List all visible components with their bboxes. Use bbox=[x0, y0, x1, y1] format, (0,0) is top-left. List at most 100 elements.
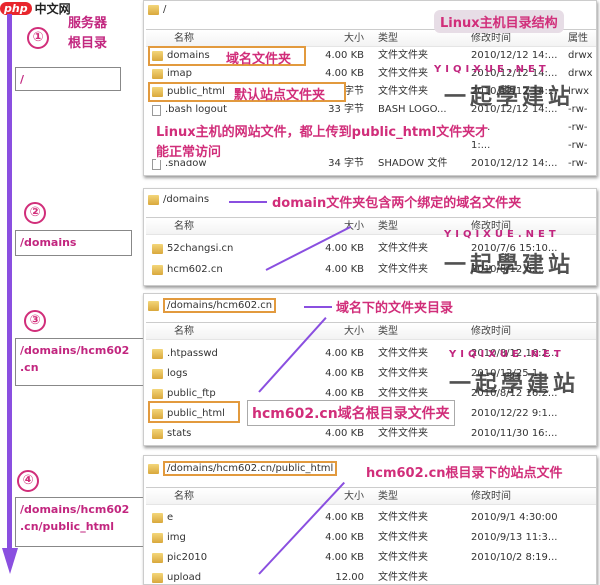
file-size: 4.00 KB bbox=[325, 368, 364, 379]
file-size: 4.00 KB bbox=[325, 348, 364, 359]
folder-icon bbox=[152, 389, 163, 399]
logo-site: 中文网 bbox=[34, 2, 71, 16]
path-text: /domains bbox=[163, 194, 210, 205]
file-type: 文件文件夹 bbox=[378, 368, 428, 379]
file-size: 4.00 KB bbox=[325, 264, 364, 275]
column-header-modified[interactable]: 修改时间 bbox=[471, 488, 511, 506]
watermark-cjk: 一起學建站 bbox=[449, 372, 580, 397]
folder-icon bbox=[152, 244, 163, 254]
file-size: 4.00 KB bbox=[325, 68, 364, 79]
file-row[interactable]: stats 4.00 KB 文件文件夹 2010/11/30 16:... bbox=[146, 425, 596, 443]
folder-icon bbox=[152, 349, 163, 359]
file-size: 4.00 KB bbox=[325, 512, 364, 523]
folder-icon bbox=[152, 513, 163, 523]
step-1-path: / bbox=[15, 67, 121, 91]
column-header-size[interactable]: 大小 bbox=[344, 488, 364, 506]
file-name-cell: hcm602.cn bbox=[152, 261, 223, 279]
file-size: 34 字节 bbox=[328, 158, 364, 169]
file-name: 52changsi.cn bbox=[167, 243, 234, 254]
path-text: /domains/hcm602.cn bbox=[163, 298, 277, 313]
file-name-cell: e bbox=[152, 509, 173, 527]
step-1-title-line2: 根目录 bbox=[68, 36, 108, 51]
file-type: SHADOW 文件 bbox=[378, 158, 448, 169]
file-size: 33 字节 bbox=[328, 104, 364, 115]
column-header: 名称 大小 类型 修改时间 bbox=[146, 322, 596, 340]
watermark-cjk: 一起學建站 bbox=[444, 85, 575, 110]
step-2-number: ② bbox=[24, 202, 46, 224]
step-3-path: /domains/hcm602 .cn bbox=[15, 338, 145, 386]
folder-icon bbox=[152, 429, 163, 439]
file-attr: -rw- bbox=[568, 122, 588, 133]
file-row[interactable]: upload 12.00 文件文件夹 bbox=[146, 569, 596, 584]
annotation: 域名下的文件夹目录 bbox=[336, 301, 454, 316]
flow-arrow-line bbox=[7, 14, 12, 554]
step-1-title-line1: 服务器 bbox=[68, 16, 108, 31]
step-3-number: ③ bbox=[24, 310, 46, 332]
panel-domains: /domains domain文件夹包含两个绑定的域名文件夹 名称 大小 类型 修改时… bbox=[143, 188, 597, 286]
folder-icon bbox=[152, 533, 163, 543]
column-header-type[interactable]: 类型 bbox=[378, 323, 398, 341]
path-bar[interactable]: /domains/hcm602.cn/public_html bbox=[148, 461, 338, 476]
file-type: 文件文件夹 bbox=[378, 572, 428, 583]
logo-brand: php bbox=[0, 2, 32, 15]
path-text: /domains/hcm602.cn/public_html bbox=[163, 461, 338, 476]
column-header-name[interactable]: 名称 bbox=[174, 323, 194, 341]
annotation: 域名文件夹 bbox=[226, 52, 292, 67]
column-header-type[interactable]: 类型 bbox=[378, 30, 398, 48]
folder-icon bbox=[152, 369, 163, 379]
file-name: logs bbox=[167, 368, 188, 379]
path-text: / bbox=[163, 4, 167, 15]
watermark-latin: YIQIXUE.NET bbox=[434, 64, 550, 75]
path-bar[interactable]: / bbox=[148, 4, 166, 15]
annotation: Linux主机的网站文件，都上传到public_html文件夹才 bbox=[156, 121, 489, 140]
column-header-name[interactable]: 名称 bbox=[174, 218, 194, 236]
file-name-cell: .bash logout bbox=[152, 101, 227, 119]
file-name: hcm602.cn bbox=[167, 264, 223, 275]
folder-icon bbox=[152, 573, 163, 583]
file-row[interactable]: img 4.00 KB 文件文件夹 2010/9/13 11:3... bbox=[146, 529, 596, 547]
file-attr: -rw- bbox=[568, 158, 588, 169]
file-size: 4.00 KB bbox=[325, 552, 364, 563]
column-header-size[interactable]: 大小 bbox=[344, 30, 364, 48]
column-header-attr[interactable]: 属性 bbox=[568, 30, 588, 48]
highlight-box bbox=[148, 401, 240, 423]
step-1-number: ① bbox=[27, 27, 49, 49]
file-row[interactable]: e 4.00 KB 文件文件夹 2010/9/1 4:30:00 bbox=[146, 509, 596, 527]
watermark-latin: YIQIXUE.NET bbox=[449, 349, 565, 360]
file-size: 字节 bbox=[344, 86, 364, 97]
file-attr: -rw- bbox=[568, 140, 588, 151]
annotation: hcm602.cn域名根目录文件夹 bbox=[247, 400, 455, 426]
path-bar[interactable]: /domains bbox=[148, 194, 209, 205]
folder-icon bbox=[148, 194, 159, 205]
column-header-modified[interactable]: 修改时间 bbox=[471, 323, 511, 341]
file-name: img bbox=[167, 532, 186, 543]
watermark-latin: YIQIXUE.NET bbox=[444, 229, 560, 240]
step-4-number: ④ bbox=[17, 470, 39, 492]
file-modified: 2010/12/12 14:... bbox=[471, 50, 558, 61]
annotation: domain文件夹包含两个绑定的域名文件夹 bbox=[272, 196, 522, 211]
column-header-type[interactable]: 类型 bbox=[378, 488, 398, 506]
panel-public-html: /domains/hcm602.cn/public_html hcm602.cn… bbox=[143, 455, 597, 585]
file-name-cell: imap bbox=[152, 65, 192, 83]
annotation: 能正常访问 bbox=[156, 141, 222, 160]
file-row[interactable]: pic2010 4.00 KB 文件文件夹 2010/10/2 8:19... bbox=[146, 549, 596, 567]
file-name: .htpasswd bbox=[167, 348, 218, 359]
file-modified: 2010/12/12 14:... bbox=[471, 158, 558, 169]
file-name: imap bbox=[167, 68, 192, 79]
step-2-path: /domains bbox=[15, 230, 132, 256]
column-header-name[interactable]: 名称 bbox=[174, 488, 194, 506]
file-size: 12.00 bbox=[335, 572, 364, 583]
path-bar[interactable]: /domains/hcm602.cn bbox=[148, 298, 277, 313]
annotation: hcm602.cn根目录下的站点文件 bbox=[366, 466, 563, 481]
file-modified: 2010/12/22 9:1... bbox=[471, 408, 558, 419]
file-modified: 2010/11/30 16:... bbox=[471, 428, 558, 439]
file-modified: 2010/9/1 4:30:00 bbox=[471, 512, 558, 523]
annotation: 默认站点文件夹 bbox=[234, 88, 326, 103]
file-name-cell: upload bbox=[152, 569, 201, 584]
file-type: 文件文件夹 bbox=[378, 264, 428, 275]
column-header-type[interactable]: 类型 bbox=[378, 218, 398, 236]
step-4-path: /domains/hcm602 .cn/public_html bbox=[15, 497, 145, 547]
watermark-cjk: 一起學建站 bbox=[444, 253, 575, 278]
file-icon bbox=[152, 104, 161, 116]
column-header-size[interactable]: 大小 bbox=[344, 323, 364, 341]
